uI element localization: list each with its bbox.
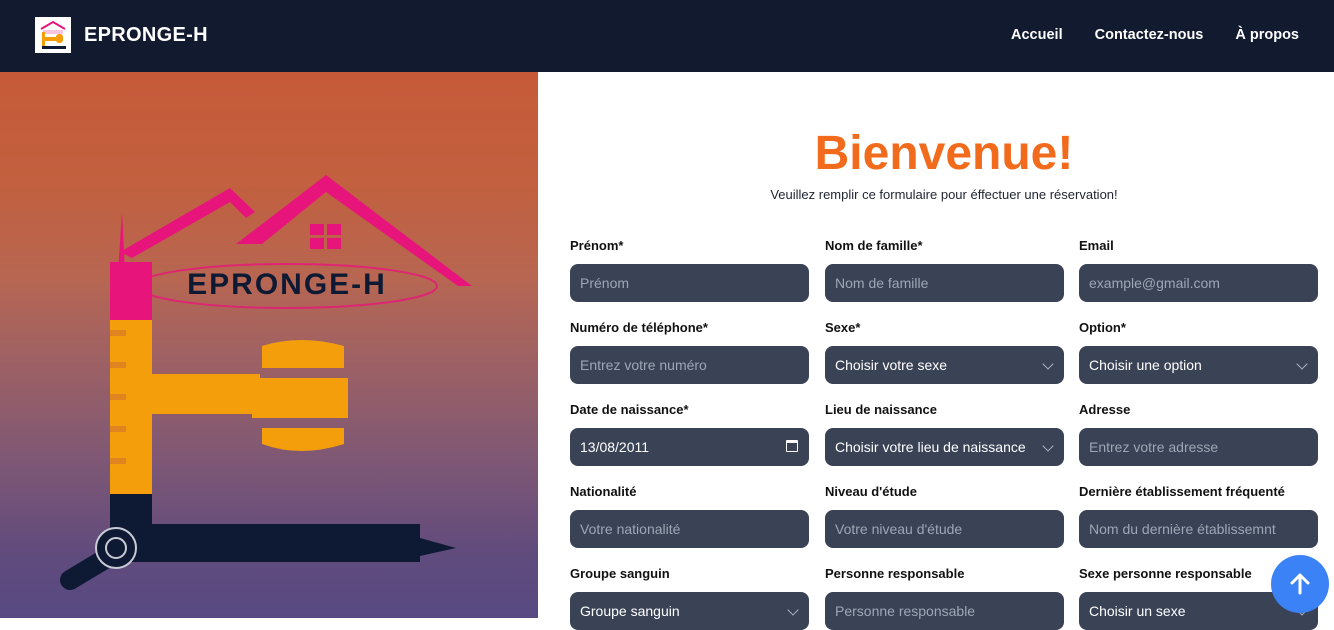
form-title: Bienvenue!	[814, 127, 1074, 180]
navbar: EPRONGE-H Accueil Contactez-nous À propo…	[0, 0, 1334, 72]
field-nom: Nom de famille* Nom de famille	[825, 238, 1064, 302]
field-label: Sexe*	[825, 320, 861, 335]
field-lieu-naissance: Lieu de naissance Choisir votre lieu de …	[825, 402, 1064, 466]
select-value: Choisir un sexe	[1089, 603, 1186, 619]
calendar-icon[interactable]	[786, 440, 798, 452]
field-label: Groupe sanguin	[570, 566, 670, 581]
field-label: Numéro de téléphone*	[570, 320, 708, 335]
nav-link-accueil[interactable]: Accueil	[1011, 27, 1063, 43]
chevron-down-icon	[1296, 358, 1308, 370]
hero-logo-text: EPRONGE-H	[187, 268, 387, 301]
field-nationalite: Nationalité Votre nationalité	[570, 484, 809, 548]
nom-input[interactable]: Nom de famille	[825, 264, 1064, 302]
email-input[interactable]: example@gmail.com	[1079, 264, 1318, 302]
brand-link[interactable]: EPRONGE-H	[35, 17, 208, 53]
nav-link-a-propos[interactable]: À propos	[1235, 27, 1299, 43]
sexe-select[interactable]: Choisir votre sexe	[825, 346, 1064, 384]
field-label: Adresse	[1079, 402, 1131, 417]
field-email: Email example@gmail.com	[1079, 238, 1318, 302]
chevron-down-icon	[1042, 440, 1054, 452]
groupe-sanguin-select[interactable]: Groupe sanguin	[570, 592, 809, 630]
scroll-to-top-button[interactable]	[1271, 555, 1329, 613]
nationalite-input[interactable]: Votre nationalité	[570, 510, 809, 548]
field-label: Nationalité	[570, 484, 637, 499]
select-value: Choisir votre lieu de naissance	[835, 439, 1026, 455]
field-label: Date de naissance*	[570, 402, 689, 417]
select-value: Choisir une option	[1089, 357, 1202, 373]
field-sexe: Sexe* Choisir votre sexe	[825, 320, 1064, 384]
niveau-etude-input[interactable]: Votre niveau d'étude	[825, 510, 1064, 548]
field-niveau-etude: Niveau d'étude Votre niveau d'étude	[825, 484, 1064, 548]
field-label: Niveau d'étude	[825, 484, 917, 499]
field-label: Dernière établissement fréquenté	[1079, 484, 1285, 499]
field-label: Prénom*	[570, 238, 624, 253]
logo-illustration: EPRONGE-H	[60, 175, 472, 590]
date-naissance-input[interactable]: 13/08/2011	[570, 428, 809, 466]
field-groupe-sanguin: Groupe sanguin Groupe sanguin	[570, 566, 809, 630]
nav-link-contact[interactable]: Contactez-nous	[1095, 27, 1204, 43]
hero-image: EPRONGE-H	[0, 72, 538, 618]
date-value: 13/08/2011	[580, 439, 650, 455]
field-telephone: Numéro de téléphone* Entrez votre numéro	[570, 320, 809, 384]
select-value: Groupe sanguin	[580, 603, 680, 619]
field-prenom: Prénom* Prénom	[570, 238, 809, 302]
telephone-input[interactable]: Entrez votre numéro	[570, 346, 809, 384]
field-label: Email	[1079, 238, 1114, 253]
field-dernier-etablissement: Dernière établissement fréquenté Nom du …	[1079, 484, 1318, 548]
field-label: Personne responsable	[825, 566, 965, 581]
field-personne-responsable: Personne responsable Personne responsabl…	[825, 566, 1064, 630]
brand-logo	[35, 17, 71, 53]
field-label: Lieu de naissance	[825, 402, 937, 417]
personne-responsable-input[interactable]: Personne responsable	[825, 592, 1064, 630]
arrow-up-icon	[1290, 573, 1310, 595]
option-select[interactable]: Choisir une option	[1079, 346, 1318, 384]
reservation-form-panel: Bienvenue! Veuillez remplir ce formulair…	[538, 72, 1334, 630]
dernier-etablissement-input[interactable]: Nom du dernière établissemnt	[1079, 510, 1318, 548]
field-label: Option*	[1079, 320, 1126, 335]
chevron-down-icon	[787, 604, 799, 616]
field-adresse: Adresse Entrez votre adresse	[1079, 402, 1318, 466]
adresse-input[interactable]: Entrez votre adresse	[1079, 428, 1318, 466]
nav-links: Accueil Contactez-nous À propos	[1011, 27, 1299, 43]
select-value: Choisir votre sexe	[835, 357, 948, 373]
field-label: Nom de famille*	[825, 238, 923, 253]
field-option: Option* Choisir une option	[1079, 320, 1318, 384]
prenom-input[interactable]: Prénom	[570, 264, 809, 302]
field-date-naissance: Date de naissance* 13/08/2011	[570, 402, 809, 466]
brand-name: EPRONGE-H	[84, 23, 208, 46]
lieu-naissance-select[interactable]: Choisir votre lieu de naissance	[825, 428, 1064, 466]
form-subtitle: Veuillez remplir ce formulaire pour éffe…	[770, 187, 1118, 202]
chevron-down-icon	[1042, 358, 1054, 370]
